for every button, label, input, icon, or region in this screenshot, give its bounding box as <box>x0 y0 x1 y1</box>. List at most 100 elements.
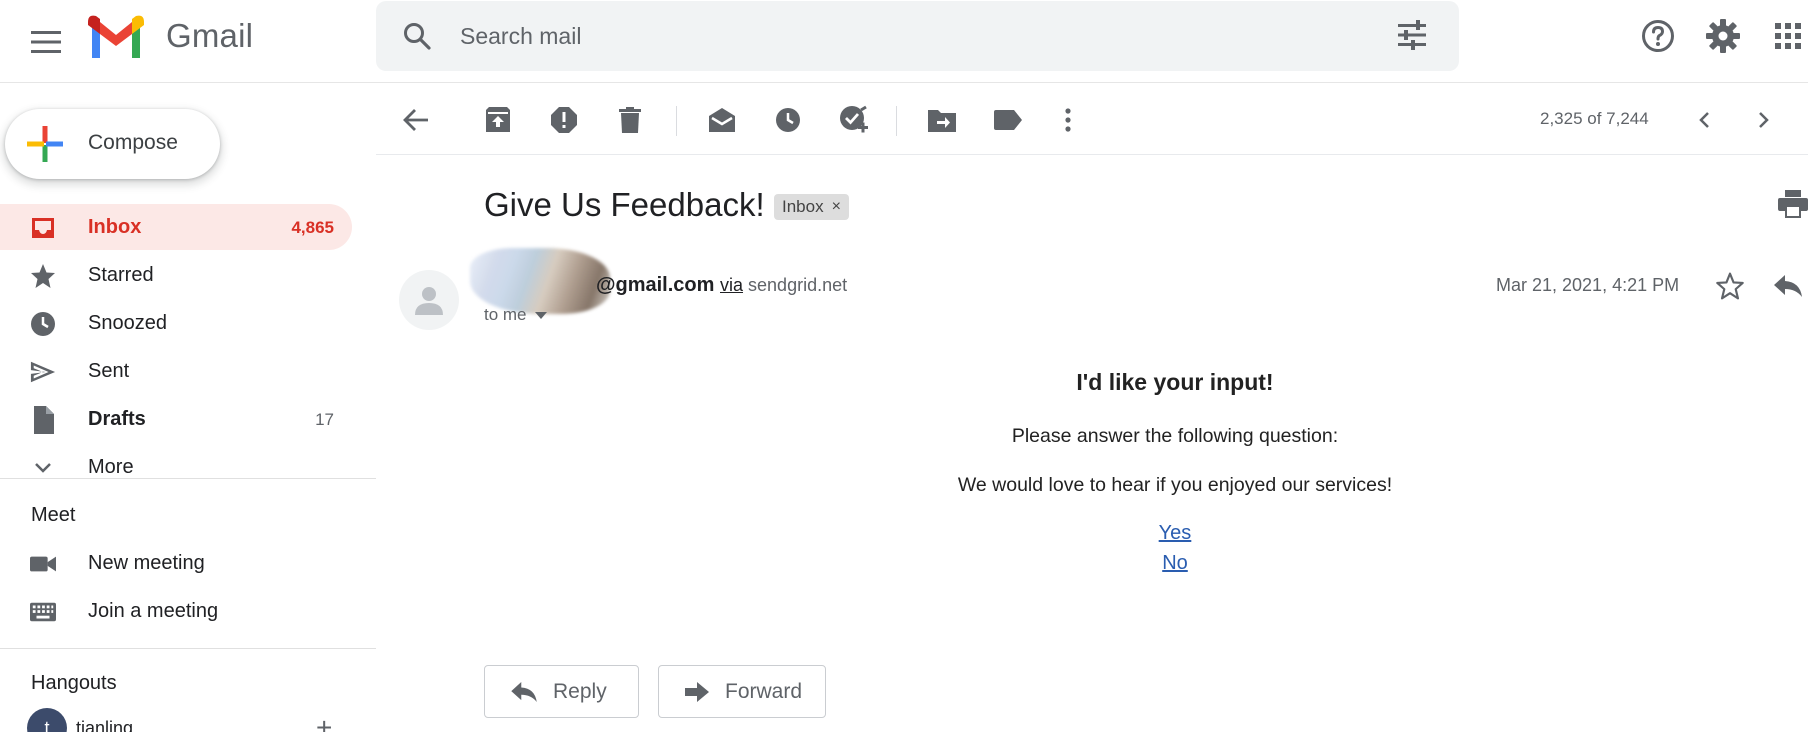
star-button[interactable] <box>1712 268 1748 304</box>
hamburger-icon <box>31 31 61 53</box>
sidebar-item-label: Sent <box>88 360 130 382</box>
toolbar-separator <box>896 106 897 136</box>
reply-action-label: Reply <box>553 679 607 703</box>
yes-link[interactable]: Yes <box>1159 522 1192 544</box>
clock-icon <box>776 108 800 132</box>
top-header: Gmail <box>0 0 1808 83</box>
search-bar[interactable] <box>376 1 1459 71</box>
keyboard-icon <box>30 599 56 625</box>
report-spam-icon <box>551 107 577 133</box>
via-line: via sendgrid.net <box>720 275 847 296</box>
join-meeting-button[interactable]: Join a meeting <box>0 591 352 631</box>
reply-button[interactable] <box>1770 268 1806 304</box>
pager-text: 2,325 of 7,244 <box>1540 109 1649 128</box>
sidebar-item-label: Inbox <box>88 216 142 238</box>
recipient-line[interactable]: to me <box>484 305 548 325</box>
message-subject: Give Us Feedback! <box>484 186 765 223</box>
star-outline-icon <box>1716 272 1744 300</box>
forward-icon <box>685 681 709 702</box>
newer-button[interactable] <box>1684 100 1724 140</box>
sidebar-item-snoozed[interactable]: Snoozed <box>0 300 352 346</box>
sidebar-divider <box>0 648 376 649</box>
email-body-text: Please answer the following question: <box>1011 425 1339 447</box>
labels-button[interactable] <box>988 100 1028 140</box>
label-chip-text: Inbox <box>782 197 824 216</box>
more-vert-icon <box>1065 108 1071 132</box>
add-to-tasks-button[interactable] <box>834 100 874 140</box>
gmail-logo[interactable] <box>88 14 144 63</box>
inbox-icon <box>30 215 56 241</box>
delete-button[interactable] <box>610 100 650 140</box>
via-link[interactable]: via <box>720 275 743 295</box>
recipient-text: to me <box>484 305 527 324</box>
hangouts-user-name[interactable]: tianling <box>76 718 133 732</box>
chevron-left-icon <box>1699 112 1709 128</box>
star-icon <box>30 263 56 289</box>
chevron-right-icon <box>1759 112 1769 128</box>
archive-button[interactable] <box>478 100 518 140</box>
settings-button[interactable] <box>1703 16 1743 56</box>
email-body-title: I'd like your input! <box>1076 369 1274 395</box>
clock-icon <box>30 311 56 337</box>
email-body-text: We would love to hear if you enjoyed our… <box>957 474 1393 496</box>
print-all-button[interactable] <box>1778 190 1808 223</box>
label-icon <box>994 110 1022 130</box>
add-task-icon <box>840 105 868 133</box>
draft-icon <box>30 406 56 434</box>
remove-label-button[interactable]: × <box>832 198 841 216</box>
hangouts-section-title: Hangouts <box>31 672 117 694</box>
label-chip-inbox: Inbox × <box>774 194 849 220</box>
main-menu-button[interactable] <box>25 21 67 63</box>
sender-avatar[interactable] <box>399 270 459 330</box>
gear-icon <box>1706 19 1740 53</box>
apps-button[interactable] <box>1768 16 1808 56</box>
meet-section-title: Meet <box>31 504 76 526</box>
reply-icon <box>511 681 537 702</box>
app-name: Gmail <box>166 17 254 54</box>
sidebar-item-inbox[interactable]: Inbox 4,865 <box>0 204 352 250</box>
reply-action-button[interactable]: Reply <box>484 665 639 718</box>
compose-plus-icon <box>27 126 63 162</box>
no-link[interactable]: No <box>1162 552 1188 574</box>
sender-email[interactable]: @gmail.com <box>596 274 714 297</box>
meet-item-label: Join a meeting <box>88 600 219 622</box>
meet-item-label: New meeting <box>88 552 205 574</box>
sidebar-item-label: Drafts <box>88 408 146 430</box>
search-icon <box>404 23 431 50</box>
search-input[interactable] <box>460 19 1320 53</box>
unread-count: 4,865 <box>291 218 334 237</box>
hangouts-add-button[interactable]: + <box>316 712 332 732</box>
compose-button[interactable]: Compose <box>5 109 220 179</box>
snooze-button[interactable] <box>768 100 808 140</box>
help-button[interactable] <box>1638 16 1678 56</box>
new-meeting-button[interactable]: New meeting <box>0 543 352 583</box>
sidebar-item-label: Starred <box>88 264 154 286</box>
search-button[interactable] <box>402 21 432 56</box>
sidebar-item-label: Snoozed <box>88 312 167 334</box>
move-to-folder-icon <box>928 110 956 132</box>
more-options-button[interactable] <box>1048 100 1088 140</box>
forward-action-button[interactable]: Forward <box>658 665 826 718</box>
back-button[interactable] <box>396 100 436 140</box>
sidebar-item-starred[interactable]: Starred <box>0 252 352 298</box>
move-to-button[interactable] <box>922 100 962 140</box>
message-date: Mar 21, 2021, 4:21 PM <box>1496 275 1680 295</box>
report-spam-button[interactable] <box>544 100 584 140</box>
send-icon <box>30 359 56 385</box>
toolbar-separator <box>676 106 677 136</box>
sidebar-divider <box>0 478 376 479</box>
mark-unread-button[interactable] <box>702 100 742 140</box>
older-button[interactable] <box>1744 100 1784 140</box>
sidebar-item-drafts[interactable]: Drafts 17 <box>0 396 352 442</box>
sidebar-item-label: More <box>88 456 134 478</box>
compose-label: Compose <box>88 131 178 154</box>
search-options-button[interactable] <box>1396 20 1428 55</box>
videocam-icon <box>30 551 56 577</box>
person-icon <box>415 287 443 315</box>
print-icon <box>1778 190 1808 218</box>
sidebar-item-sent[interactable]: Sent <box>0 348 352 394</box>
help-icon <box>1642 20 1674 52</box>
arrow-back-icon <box>403 109 428 131</box>
sidebar: Compose Inbox 4,865 Starred Snoozed Sent… <box>0 84 376 732</box>
sidebar-item-more[interactable]: More <box>0 444 352 490</box>
